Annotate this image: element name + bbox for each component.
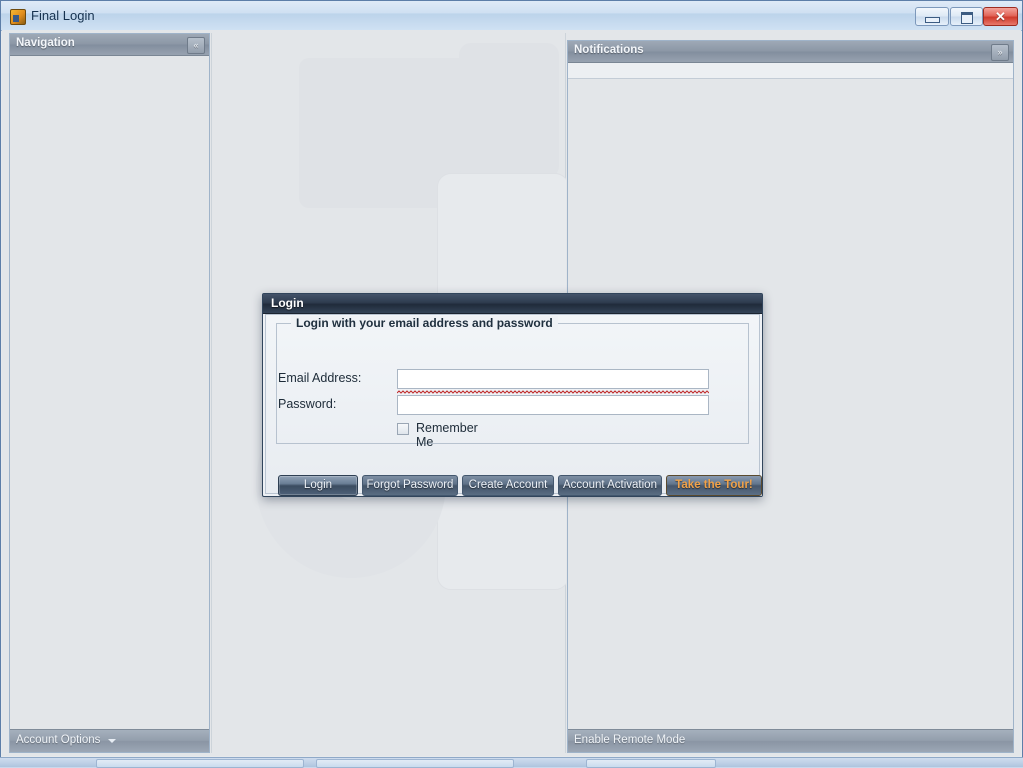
email-label: Email Address: bbox=[278, 371, 362, 385]
email-field[interactable] bbox=[397, 369, 709, 389]
email-error-squiggle bbox=[397, 390, 709, 394]
maximize-button[interactable] bbox=[950, 7, 983, 26]
take-the-tour-button[interactable]: Take the Tour! bbox=[666, 475, 762, 496]
login-group-legend: Login with your email address and passwo… bbox=[291, 316, 558, 330]
create-account-button[interactable]: Create Account bbox=[462, 475, 554, 496]
maximize-icon bbox=[951, 8, 982, 25]
password-field[interactable] bbox=[397, 395, 709, 415]
account-options-label: Account Options bbox=[16, 734, 101, 746]
login-dialog-title: Login bbox=[271, 296, 304, 310]
navigation-panel-body bbox=[10, 56, 209, 730]
remember-me-checkbox[interactable] bbox=[397, 423, 409, 435]
watermark-folder-shape-2 bbox=[459, 43, 559, 178]
account-activation-button[interactable]: Account Activation bbox=[558, 475, 662, 496]
remember-me-label: Remember Me bbox=[416, 421, 478, 449]
window-titlebar[interactable]: Final Login ✕ bbox=[1, 1, 1022, 31]
close-icon: ✕ bbox=[995, 9, 1006, 24]
login-dialog-titlebar[interactable]: Login bbox=[263, 294, 762, 314]
login-dialog: Login Login with your email address and … bbox=[262, 293, 763, 497]
chevron-down-icon bbox=[108, 739, 116, 743]
window-title: Final Login bbox=[31, 8, 95, 23]
minimize-button[interactable] bbox=[915, 7, 949, 26]
desktop-taskbar[interactable] bbox=[0, 757, 1023, 768]
account-options-menu[interactable]: Account Options bbox=[10, 729, 209, 752]
desktop-background: Final Login ✕ Navigation « Account Optio… bbox=[0, 0, 1023, 768]
enable-remote-mode-button[interactable]: Enable Remote Mode bbox=[568, 729, 1013, 752]
navigation-panel-title: Navigation bbox=[16, 37, 75, 49]
navigation-panel-header: Navigation « bbox=[10, 34, 209, 56]
login-dialog-body: Login with your email address and passwo… bbox=[265, 314, 762, 496]
navigation-panel: Navigation « Account Options bbox=[9, 33, 210, 753]
enable-remote-mode-label: Enable Remote Mode bbox=[574, 734, 686, 746]
collapse-left-icon[interactable]: « bbox=[187, 37, 205, 54]
password-row: Password: bbox=[278, 395, 747, 416]
notifications-panel-title: Notifications bbox=[574, 44, 644, 56]
content-left-divider bbox=[211, 33, 212, 753]
notifications-toolbar-strip bbox=[568, 63, 1013, 79]
forgot-password-button[interactable]: Forgot Password bbox=[362, 475, 458, 496]
notifications-panel-header: Notifications » bbox=[568, 41, 1013, 63]
minimize-icon bbox=[916, 8, 948, 25]
close-button[interactable]: ✕ bbox=[983, 7, 1018, 26]
email-row: Email Address: bbox=[278, 369, 747, 394]
login-button[interactable]: Login bbox=[278, 475, 358, 496]
application-icon bbox=[10, 9, 26, 25]
password-label: Password: bbox=[278, 397, 337, 411]
expand-right-icon[interactable]: » bbox=[991, 44, 1009, 61]
